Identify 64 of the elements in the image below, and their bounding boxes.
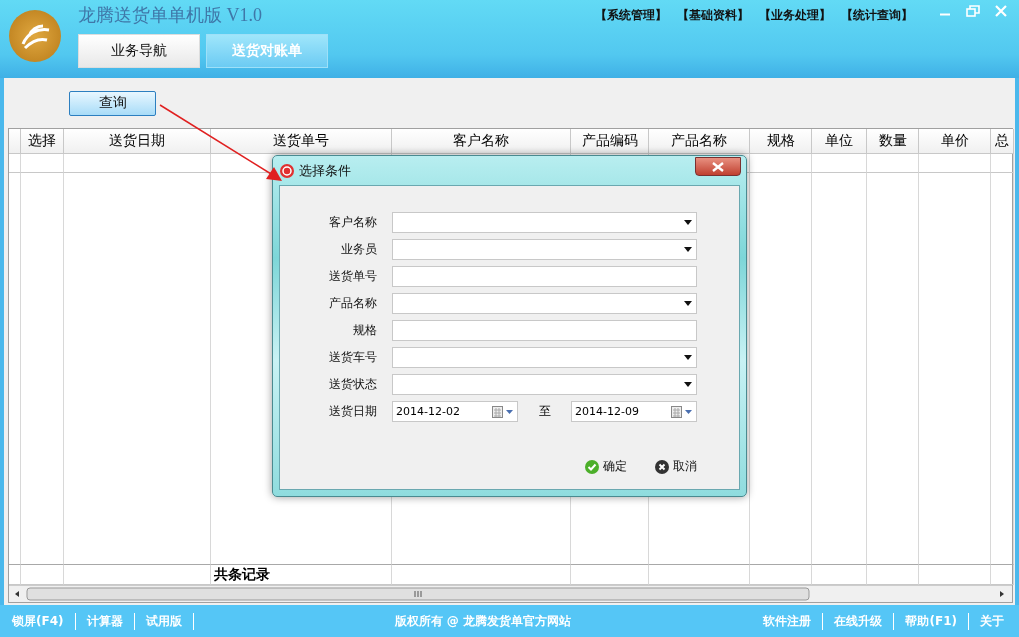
dropdown-caret-icon xyxy=(684,247,692,252)
column-header[interactable]: 送货单号 xyxy=(211,128,392,154)
close-icon xyxy=(995,4,1007,17)
field-label: 客户名称 xyxy=(328,214,377,231)
column-header[interactable]: 单位 xyxy=(812,128,867,154)
field-label: 业务员 xyxy=(340,241,377,258)
dropdown-field[interactable] xyxy=(392,212,697,233)
dropdown-field[interactable] xyxy=(392,347,697,368)
date-field[interactable]: 2014-12-09 xyxy=(571,401,697,422)
query-button[interactable]: 查询 xyxy=(69,90,156,116)
dropdown-field[interactable] xyxy=(392,374,697,395)
date-field[interactable]: 2014-12-02 xyxy=(392,401,518,422)
table-cell xyxy=(812,153,867,173)
range-separator: 至 xyxy=(537,403,552,420)
copyright-text: 版权所有 @ 龙腾发货单官方网站 xyxy=(394,612,571,630)
table-cell xyxy=(9,128,21,154)
calendar-icon xyxy=(491,405,514,418)
dropdown-field[interactable] xyxy=(392,293,697,314)
table-cell xyxy=(991,153,1014,173)
input-field[interactable] xyxy=(392,266,697,287)
column-header[interactable]: 送货日期 xyxy=(64,128,211,154)
column-header[interactable]: 数量 xyxy=(867,128,919,154)
dropdown-caret-icon xyxy=(684,220,692,225)
dropdown-caret-icon xyxy=(684,382,692,387)
close-icon xyxy=(712,161,724,172)
dialog-title: 选择条件 xyxy=(299,161,351,180)
column-header[interactable]: 规格 xyxy=(750,128,812,154)
calendar-icon xyxy=(671,405,693,418)
close-button[interactable] xyxy=(695,157,741,176)
menu-item[interactable]: 【系统管理】 xyxy=(595,6,667,24)
column-header[interactable]: 客户名称 xyxy=(392,128,571,154)
column-header[interactable]: 单价 xyxy=(919,128,991,154)
restore-icon xyxy=(966,4,980,17)
table-cell xyxy=(9,153,21,173)
table-cell xyxy=(21,153,64,173)
window-title: 龙腾送货单单机版 V1.0 xyxy=(78,4,262,27)
menu-item[interactable]: 【统计查询】 xyxy=(841,6,913,24)
cancel-icon xyxy=(655,459,669,474)
menu-item[interactable]: 【业务处理】 xyxy=(759,6,831,24)
column-header[interactable]: 总 xyxy=(991,128,1014,154)
field-label: 产品名称 xyxy=(328,295,377,312)
column-header[interactable]: 选择 xyxy=(21,128,64,154)
column-header[interactable]: 产品名称 xyxy=(649,128,750,154)
field-label: 送货车号 xyxy=(328,349,377,366)
minimize-icon xyxy=(939,13,951,16)
check-icon xyxy=(585,459,599,474)
dropdown-caret-icon xyxy=(684,355,692,360)
dropdown-field[interactable] xyxy=(392,239,697,260)
dialog-app-icon xyxy=(279,162,295,179)
horizontal-scrollbar[interactable] xyxy=(9,585,1012,603)
input-field[interactable] xyxy=(392,320,697,341)
table-cell xyxy=(919,153,991,173)
dropdown-caret-icon xyxy=(684,301,692,306)
table-cell xyxy=(867,153,919,173)
field-label: 送货单号 xyxy=(328,268,377,285)
tab[interactable]: 业务导航 xyxy=(78,34,200,68)
field-label: 规格 xyxy=(352,322,377,339)
field-label: 送货日期 xyxy=(328,403,377,420)
cancel-button[interactable]: 取消 xyxy=(655,458,697,475)
column-header[interactable]: 产品编码 xyxy=(571,128,649,154)
field-label: 送货状态 xyxy=(328,376,377,393)
menu-item[interactable]: 【基础资料】 xyxy=(677,6,749,24)
table-cell xyxy=(750,153,812,173)
confirm-button[interactable]: 确定 xyxy=(585,458,627,475)
